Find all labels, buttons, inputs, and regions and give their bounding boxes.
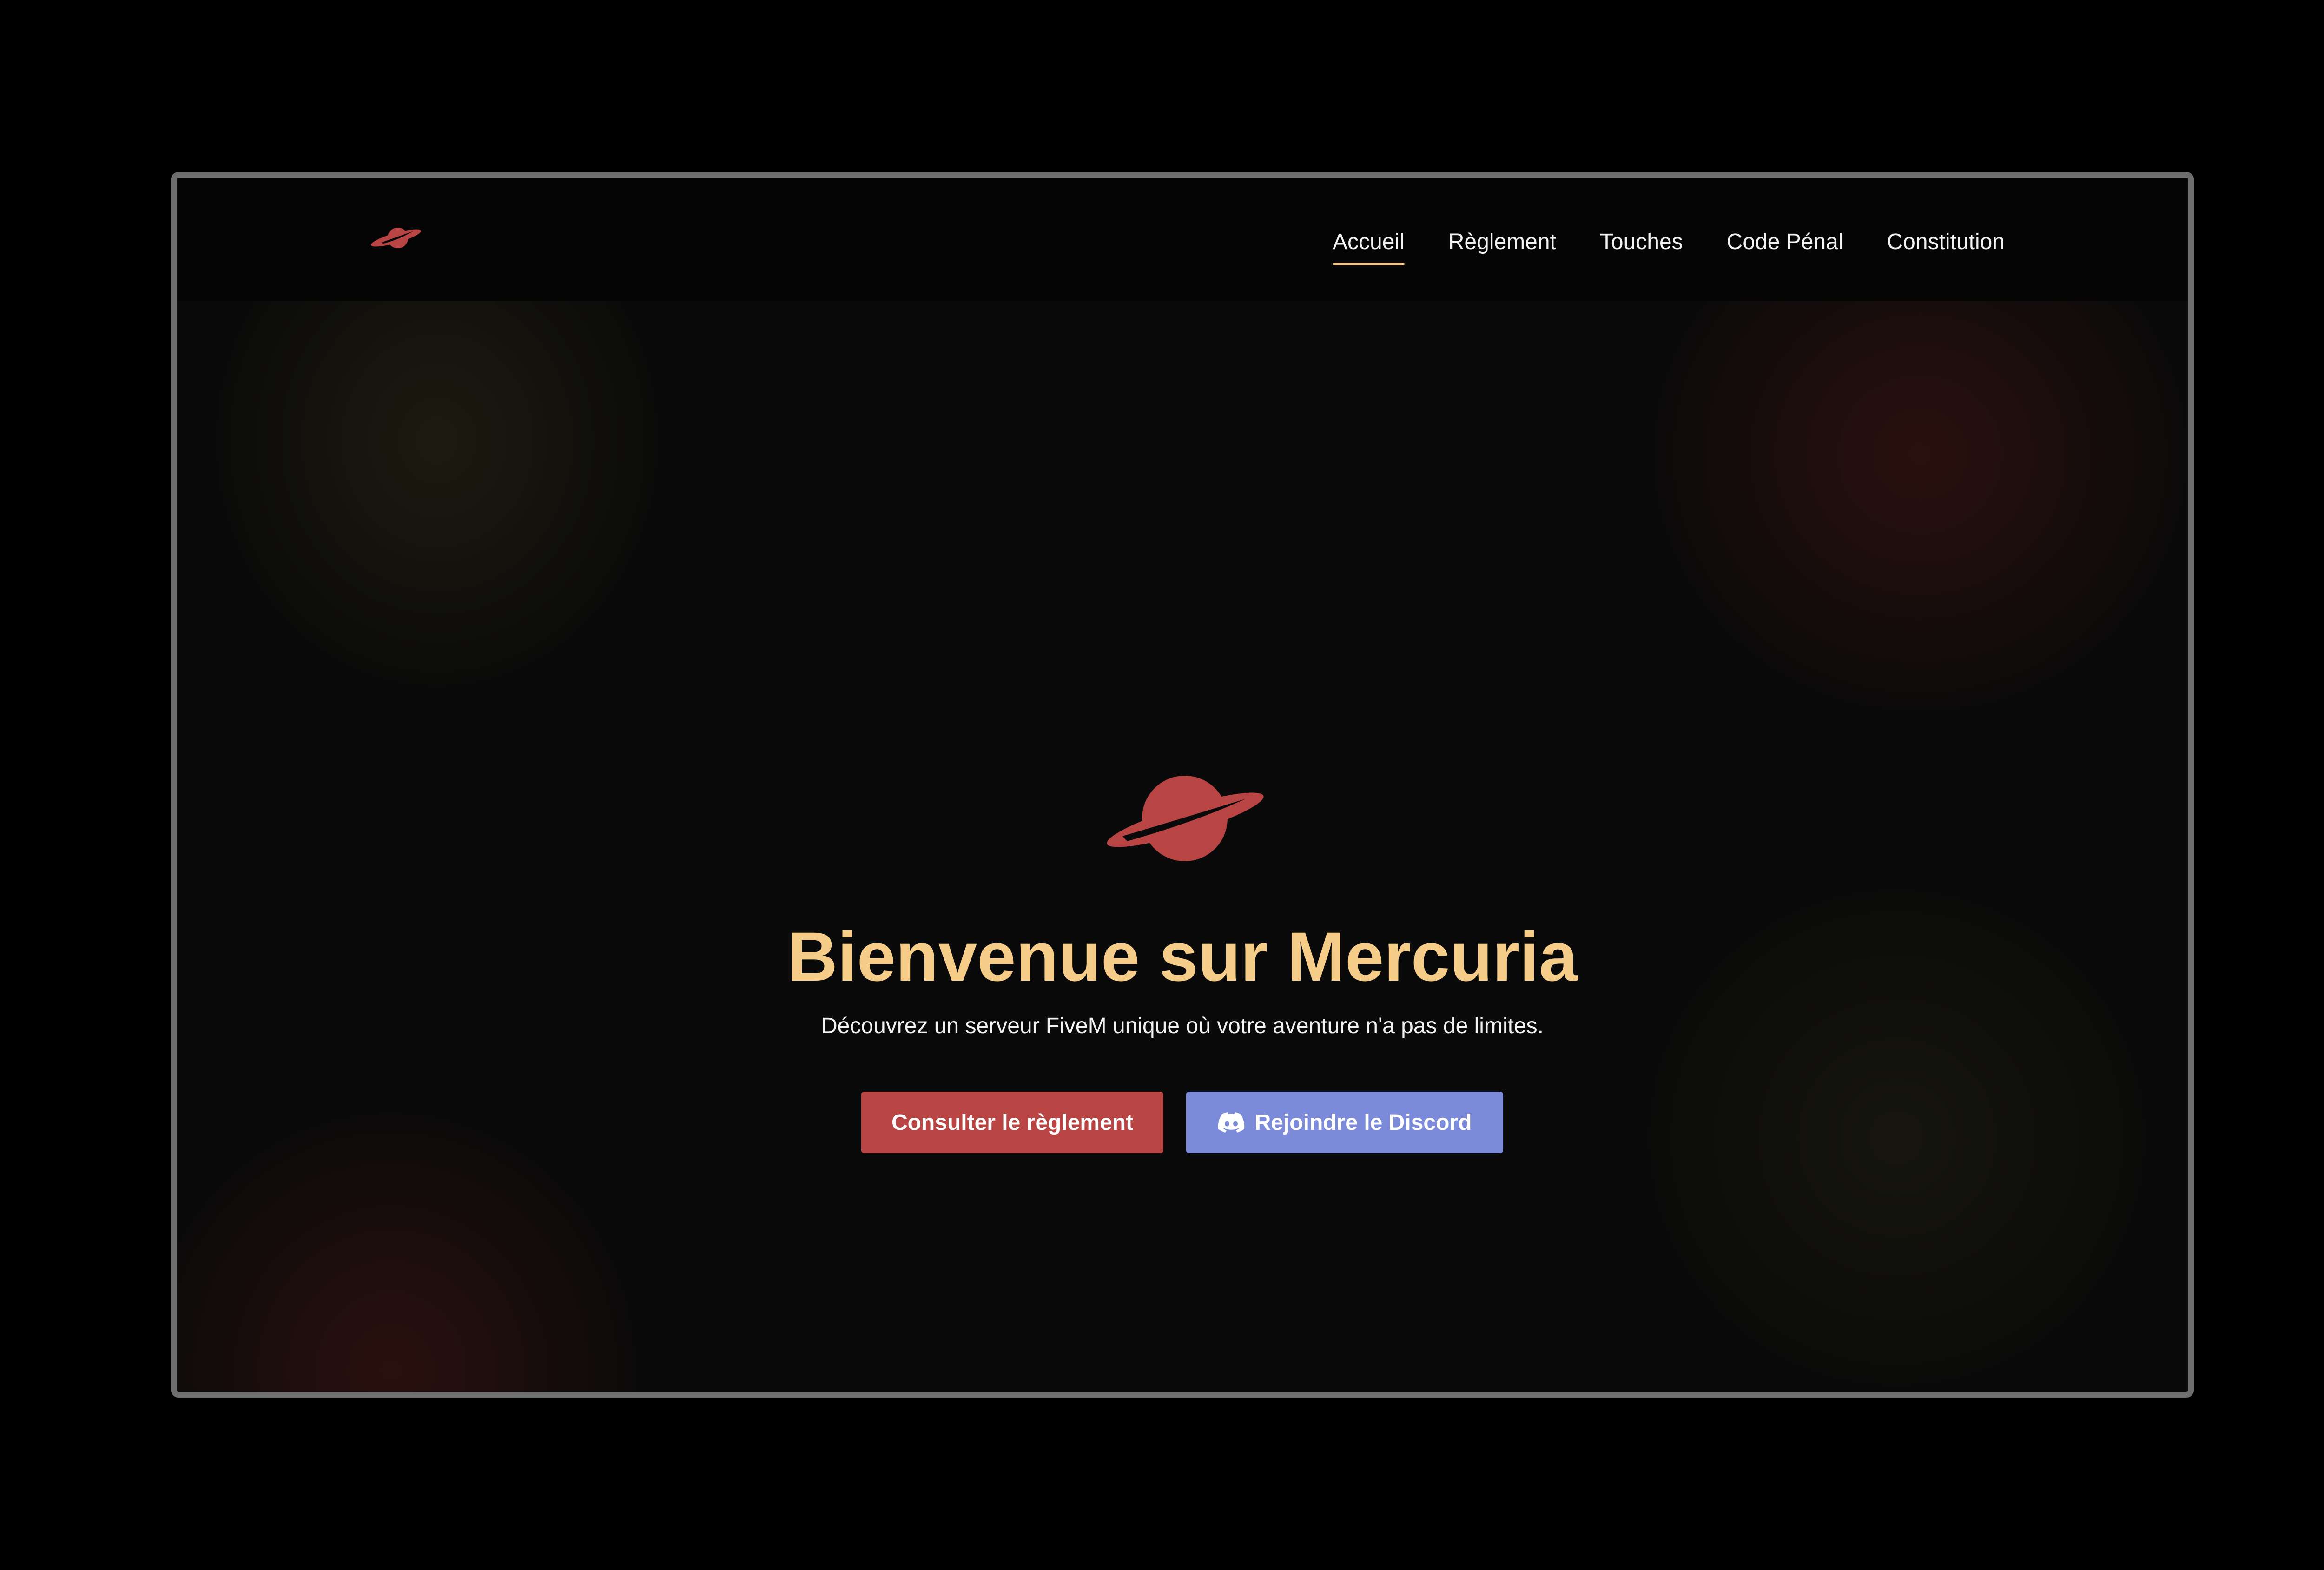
nav-link-reglement[interactable]: Règlement [1448,228,1556,256]
rules-button-label: Consulter le règlement [891,1110,1134,1135]
page-subtitle: Découvrez un serveur FiveM unique où vot… [821,1014,1544,1038]
discord-icon [1218,1112,1244,1133]
rules-button[interactable]: Consulter le règlement [861,1092,1163,1153]
nav-link-code-penal[interactable]: Code Pénal [1727,228,1843,256]
main-nav: Accueil Règlement Touches Code Pénal Con… [1333,228,2005,265]
planet-icon [1107,776,1264,861]
browser-window: Accueil Règlement Touches Code Pénal Con… [171,172,2194,1398]
hero-section: Bienvenue sur Mercuria Découvrez un serv… [177,301,2188,1392]
page-title: Bienvenue sur Mercuria [787,917,1578,996]
navbar: Accueil Règlement Touches Code Pénal Con… [177,178,2188,301]
planet-icon[interactable] [369,223,423,253]
nav-link-touches[interactable]: Touches [1600,228,1683,256]
discord-button-label: Rejoindre le Discord [1254,1110,1472,1135]
nav-link-accueil[interactable]: Accueil [1333,228,1405,265]
discord-button[interactable]: Rejoindre le Discord [1186,1092,1503,1153]
nav-link-constitution[interactable]: Constitution [1887,228,2005,256]
